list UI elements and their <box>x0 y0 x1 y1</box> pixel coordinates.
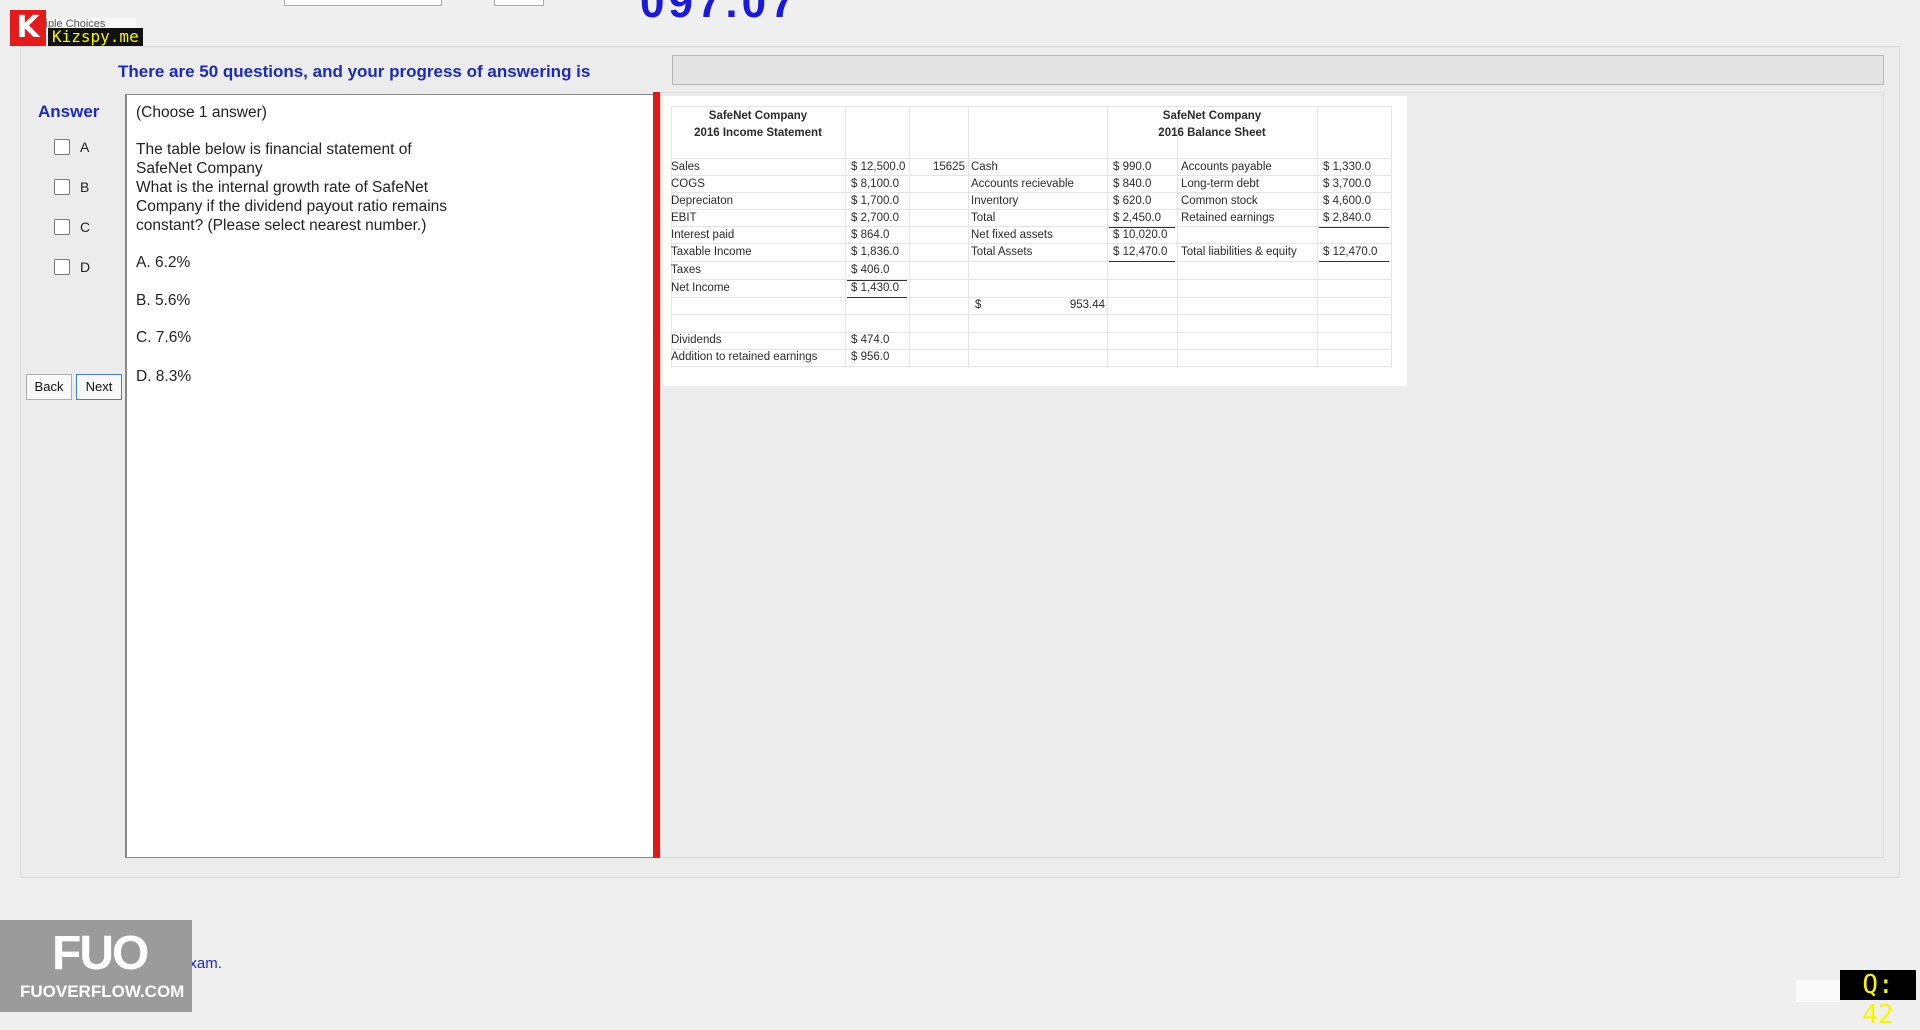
balance-title: SafeNet Company <box>1162 110 1262 122</box>
checkbox-a[interactable] <box>54 139 70 155</box>
progress-bar <box>672 55 1884 85</box>
asset-label: Inventory <box>971 195 1019 207</box>
asset-value: $ 620.0 <box>1113 195 1152 207</box>
income-label: Sales <box>671 161 700 173</box>
choice-a: A. 6.2% <box>136 254 191 271</box>
countdown-timer: 097.07 <box>640 0 799 27</box>
checkbox-b[interactable] <box>54 179 70 195</box>
income-value: $ 864.0 <box>851 229 890 241</box>
income-label: COGS <box>671 178 705 190</box>
income-value: $ 2,700.0 <box>851 212 899 224</box>
liability-value: $ 1,330.0 <box>1323 161 1371 173</box>
calc-currency: $ <box>975 299 982 311</box>
balance-subtitle: 2016 Balance Sheet <box>1158 127 1266 139</box>
option-b-label: B <box>80 179 90 195</box>
fuo-logo-text: FUO <box>52 927 149 980</box>
question-number-badge: Q: 42 <box>1840 970 1916 1030</box>
fuo-url: FUOVERFLOW.COM <box>20 982 185 1001</box>
income-label: Interest paid <box>671 229 735 241</box>
asset-value: $ 12,470.0 <box>1113 246 1168 258</box>
asset-value: $ 10,020.0 <box>1113 229 1168 241</box>
fuoverflow-watermark: FUO FUOVERFLOW.COM <box>0 920 192 1012</box>
liability-label: Common stock <box>1181 195 1258 207</box>
calc-value: 953.44 <box>1069 299 1105 311</box>
income-label: EBIT <box>671 212 697 224</box>
income-label: Depreciaton <box>671 195 734 207</box>
kizspy-logo: K Kizspy.me <box>10 10 143 46</box>
option-b[interactable]: B <box>54 177 89 197</box>
logo-mark: K <box>10 10 46 46</box>
next-button[interactable]: Next <box>76 374 122 400</box>
question-line: SafeNet Company <box>136 160 263 177</box>
dividend-label: Addition to retained earnings <box>671 351 818 363</box>
splitter-handle[interactable] <box>653 92 660 858</box>
checkbox-d[interactable] <box>54 259 70 275</box>
question-line: What is the internal growth rate of Safe… <box>136 179 429 196</box>
option-a[interactable]: A <box>54 137 89 157</box>
income-subtitle: 2016 Income Statement <box>694 127 822 139</box>
income-label: Net Income <box>671 282 730 294</box>
income-value: $ 1,700.0 <box>851 195 899 207</box>
liability-value: $ 3,700.0 <box>1323 178 1371 190</box>
asset-value: $ 840.0 <box>1113 178 1152 190</box>
answer-heading: Answer <box>38 102 100 121</box>
back-button[interactable]: Back <box>26 374 72 400</box>
income-value: $ 8,100.0 <box>851 178 899 190</box>
income-value: $ 1,836.0 <box>851 246 899 258</box>
question-line: The table below is financial statement o… <box>136 141 412 158</box>
liability-value: $ 12,470.0 <box>1323 246 1378 258</box>
side-note: 15625 <box>933 161 965 173</box>
financial-statement-image: SafeNet Company 2016 Income Statement Sa… <box>663 96 1407 386</box>
option-d-label: D <box>80 259 91 275</box>
logo-text: Kizspy.me <box>48 28 143 46</box>
top-field-fragment[interactable] <box>494 0 544 6</box>
asset-label: Accounts recievable <box>971 178 1074 190</box>
dividend-value: $ 956.0 <box>851 351 890 363</box>
question-line: constant? (Please select nearest number.… <box>136 217 427 234</box>
question-line: Company if the dividend payout ratio rem… <box>136 198 448 215</box>
liability-label: Total liabilities & equity <box>1181 246 1297 258</box>
asset-label: Total Assets <box>971 246 1033 258</box>
income-label: Taxes <box>671 264 702 276</box>
asset-value: $ 990.0 <box>1113 161 1152 173</box>
choice-c: C. 7.6% <box>136 329 192 346</box>
asset-label: Net fixed assets <box>971 229 1053 241</box>
option-d[interactable]: D <box>54 257 90 277</box>
liability-value: $ 4,600.0 <box>1323 195 1371 207</box>
income-value: $ 12,500.0 <box>851 161 906 173</box>
asset-value: $ 2,450.0 <box>1113 212 1161 224</box>
asset-label: Cash <box>971 161 998 173</box>
choice-d: D. 8.3% <box>136 368 192 385</box>
asset-label: Total <box>971 212 996 224</box>
dividend-label: Dividends <box>671 334 722 346</box>
question-instruction: (Choose 1 answer) <box>136 104 267 121</box>
income-label: Taxable Income <box>671 246 752 258</box>
progress-label: There are 50 questions, and your progres… <box>118 62 591 81</box>
income-value: $ 406.0 <box>851 264 890 276</box>
option-c-label: C <box>80 219 91 235</box>
checkbox-c[interactable] <box>54 219 70 235</box>
liability-value: $ 2,840.0 <box>1323 212 1371 224</box>
dividend-value: $ 474.0 <box>851 334 890 346</box>
option-c[interactable]: C <box>54 217 90 237</box>
choice-b: B. 5.6% <box>136 292 191 309</box>
option-a-label: A <box>80 139 90 155</box>
question-panel: (Choose 1 answer) The table below is fin… <box>125 94 654 858</box>
liability-label: Retained earnings <box>1181 212 1275 224</box>
top-dropdown-fragment[interactable] <box>284 0 442 6</box>
income-title: SafeNet Company <box>708 110 808 122</box>
income-value: $ 1,430.0 <box>851 282 899 294</box>
status-fragment <box>1796 980 1840 1002</box>
liability-label: Accounts payable <box>1181 161 1272 173</box>
liability-label: Long-term debt <box>1181 178 1259 190</box>
